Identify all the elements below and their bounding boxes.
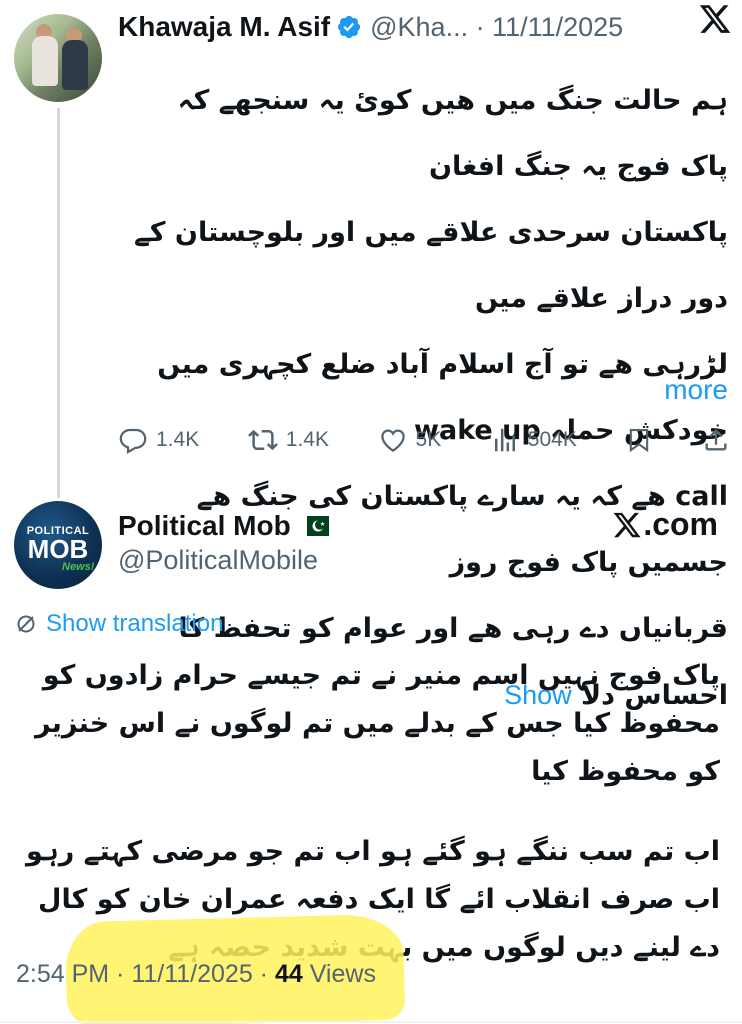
verified-badge-icon	[338, 15, 361, 39]
views-count: 44	[274, 960, 303, 988]
divider	[0, 1021, 742, 1023]
views-button[interactable]: 504K	[490, 425, 577, 455]
x-logo-icon	[613, 512, 641, 537]
bar-chart-icon	[494, 428, 515, 452]
tweet-text-line: ہم حالت جنگ میں ھیں کوئ یہ سنجھے کہ پاک …	[177, 85, 728, 182]
repost-count: 1.4K	[285, 428, 329, 451]
tweet-text-line: پاکستان سرحدی علاقے میں اور بلوچستان کے …	[133, 217, 728, 314]
author-handle-date[interactable]: @Kha... · 11/11/2025	[370, 12, 623, 43]
bookmark-icon	[630, 429, 649, 453]
political-mob-avatar[interactable]: POLITICAL MOB News!	[14, 501, 102, 589]
like-button[interactable]: 5K	[378, 425, 442, 455]
avatar-text-line3: News!	[62, 561, 95, 573]
tweet-paragraph: پاک فوج نہیں اسم منیر نے تم جیسے حرام زا…	[34, 660, 720, 787]
show-more-link-continued[interactable]: more	[664, 374, 728, 406]
share-icon	[705, 429, 727, 451]
tweet-metadata: 2:54 PM · 11/11/2025 · 44 Views	[16, 960, 376, 989]
views-count: 504K	[527, 428, 577, 451]
share-button[interactable]	[702, 426, 730, 454]
like-count: 5K	[415, 428, 442, 451]
author-handle[interactable]: @PoliticalMobile	[118, 545, 318, 576]
repost-icon	[247, 429, 278, 451]
bookmark-button[interactable]	[625, 426, 653, 454]
x-com-watermark: .com	[612, 506, 718, 543]
main-tweet-author-row: Political Mob	[118, 506, 329, 546]
author-avatar[interactable]	[14, 14, 102, 102]
avatar-text-line2: MOB	[27, 534, 89, 564]
pakistan-flag-icon	[298, 516, 329, 536]
views-label: Views	[302, 960, 376, 988]
tweet-timestamp[interactable]: 2:54 PM · 11/11/2025 ·	[16, 960, 275, 988]
heart-icon	[380, 429, 405, 452]
show-translation-label: Show translation	[46, 610, 224, 637]
reply-button[interactable]: 1.4K	[118, 425, 199, 455]
translate-icon	[17, 615, 35, 633]
reply-count: 1.4K	[156, 428, 200, 451]
tweet-actions-bar: 1.4K 1.4K 5K 504K	[118, 420, 730, 460]
quoted-tweet-header: Khawaja M. Asif @Kha... · 11/11/2025	[118, 8, 728, 46]
author-name[interactable]: Khawaja M. Asif	[118, 11, 330, 43]
author-name[interactable]: Political Mob	[118, 510, 291, 542]
x-logo-icon[interactable]	[698, 2, 732, 36]
show-translation-button[interactable]: Show translation	[14, 610, 223, 638]
reply-icon	[119, 428, 147, 454]
thread-connector-line	[57, 108, 60, 498]
repost-button[interactable]: 1.4K	[247, 425, 329, 455]
site-label: .com	[643, 506, 718, 542]
